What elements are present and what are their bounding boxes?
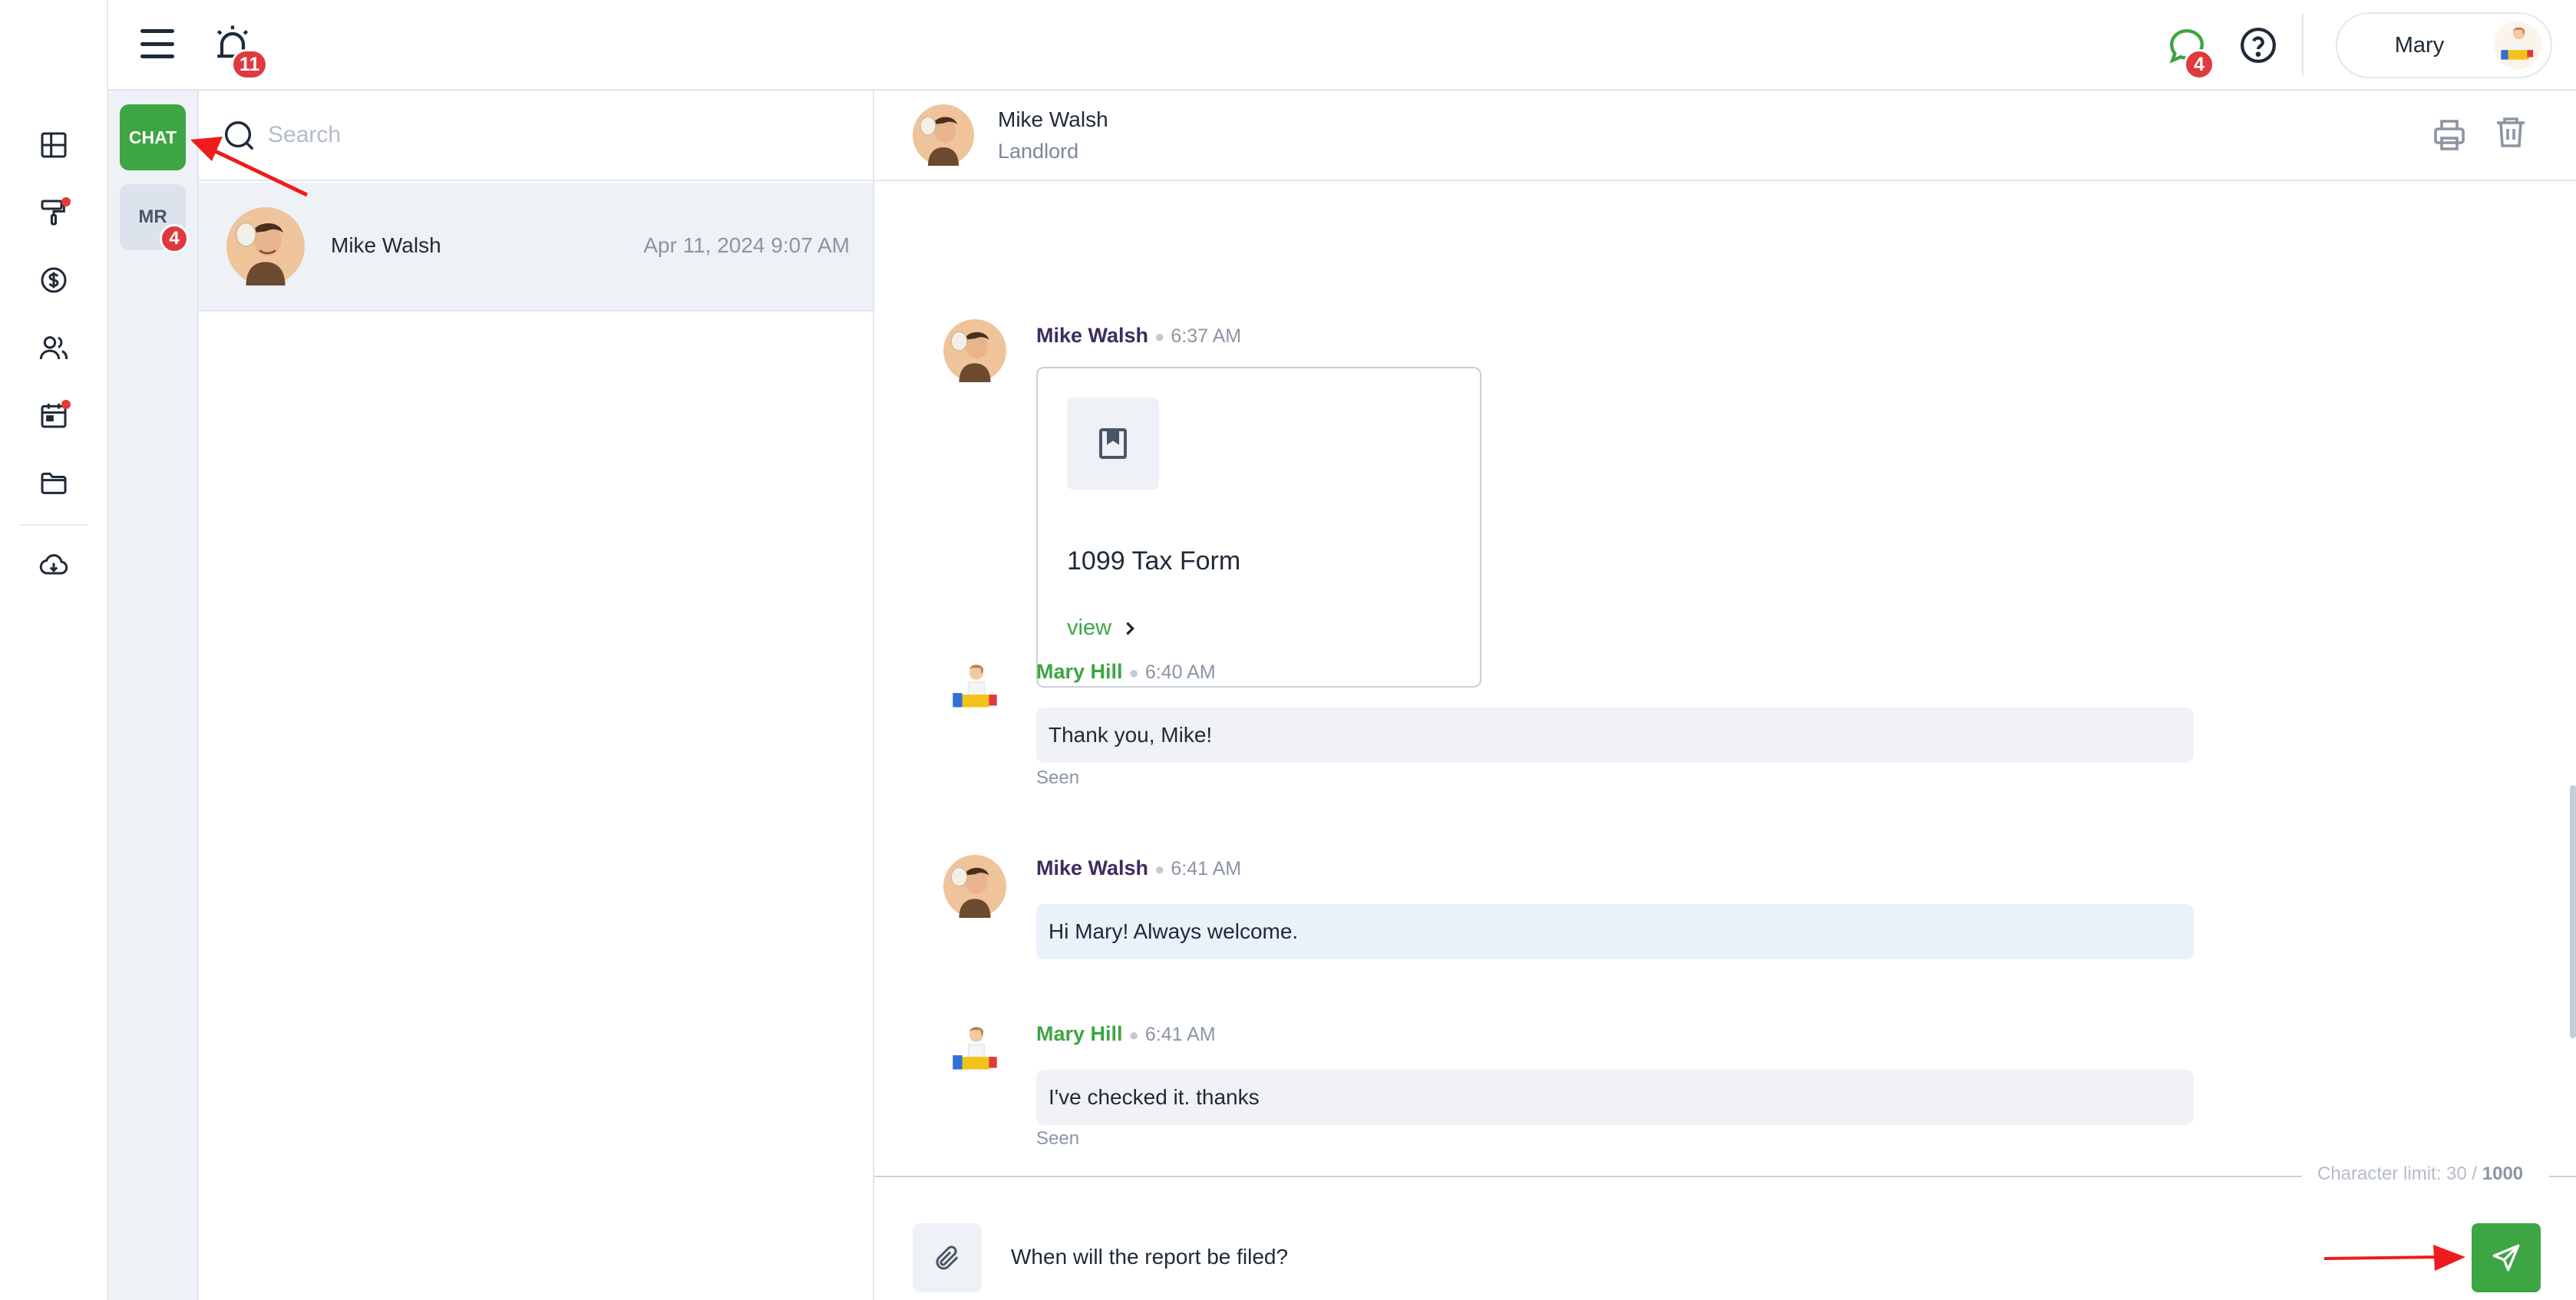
message-header: Mary Hill ● 6:40 AM (1036, 660, 1216, 684)
messages-scrollbar[interactable] (2570, 785, 2576, 1038)
tab-chat[interactable]: CHAT (120, 104, 186, 170)
notification-dot (61, 197, 71, 206)
user-name: Mary (2394, 32, 2445, 58)
print-icon[interactable] (2431, 117, 2468, 153)
paperclip-icon (936, 1246, 959, 1270)
contact-avatar (913, 104, 974, 166)
users-icon (39, 336, 68, 360)
nav-downloads[interactable] (34, 546, 74, 586)
character-limit: Character limit: 30 / 1000 (2317, 1163, 2523, 1185)
nav-contacts[interactable] (34, 328, 74, 368)
chat-header: Mike Walsh Landlord (874, 91, 2576, 181)
tab-mr-label: MR (138, 206, 167, 227)
trash-icon[interactable] (2492, 114, 2529, 150)
mr-count-badge: 4 (160, 224, 189, 253)
message-time: 6:41 AM (1144, 1024, 1216, 1045)
composer-divider (2549, 1176, 2576, 1177)
separator-dot: ● (1128, 1025, 1139, 1044)
tab-maintenance-requests[interactable]: MR 4 (120, 184, 189, 253)
conversation-name: Mike Walsh (331, 233, 441, 257)
search-bar (199, 91, 873, 181)
left-nav-rail (0, 0, 108, 1300)
nav-maintenance[interactable] (34, 193, 74, 233)
user-menu-button[interactable]: Mary (2336, 12, 2552, 78)
send-icon (2492, 1244, 2520, 1272)
mary-avatar (943, 1021, 1006, 1084)
alerts-button[interactable]: 11 (211, 23, 269, 80)
search-input[interactable] (268, 112, 836, 158)
message-bubble: Thank you, Mike! (1036, 708, 2194, 763)
rail-divider (20, 524, 88, 526)
nav-dashboard[interactable] (34, 125, 74, 165)
alerts-count-badge: 11 (231, 49, 269, 80)
conversation-list: Mike Walsh Apr 11, 2024 9:07 AM (199, 91, 874, 1300)
hamburger-line (140, 41, 174, 46)
separator-dot: ● (1154, 860, 1165, 879)
message-author: Mary Hill (1036, 660, 1123, 683)
seen-status: Seen (1036, 767, 1080, 788)
message-header: Mike Walsh ● 6:41 AM (1036, 856, 1241, 880)
message-header: Mike Walsh ● 6:37 AM (1036, 324, 1241, 348)
notification-dot (61, 400, 71, 409)
message-author: Mike Walsh (1036, 324, 1149, 347)
message-time: 6:41 AM (1171, 858, 1242, 879)
message-time: 6:37 AM (1171, 325, 1242, 347)
messages-button[interactable]: 4 (2165, 25, 2214, 80)
chat-contact-role: Landlord (998, 140, 1079, 163)
view-label: view (1067, 615, 1112, 640)
hamburger-line (140, 54, 174, 58)
message-header: Mary Hill ● 6:41 AM (1036, 1022, 1216, 1046)
message-time: 6:40 AM (1144, 662, 1216, 683)
separator-dot: ● (1154, 327, 1165, 346)
chat-panel: Mike Walsh Landlord Mike Walsh ● 6:37 AM 1… (874, 91, 2576, 1300)
char-limit-max: 1000 (2482, 1163, 2524, 1184)
mary-avatar (943, 658, 1006, 721)
top-header: 11 4 Mary (108, 0, 2576, 91)
document-icon-tile (1067, 398, 1159, 490)
seen-status: Seen (1036, 1128, 1080, 1149)
help-icon (2241, 28, 2276, 63)
help-button[interactable] (2239, 26, 2277, 64)
document-title: 1099 Tax Form (1067, 546, 1241, 576)
bookmark-document-icon (1099, 428, 1127, 459)
user-avatar (2494, 21, 2541, 69)
mike-avatar (943, 319, 1006, 382)
message-bubble: Hi Mary! Always welcome. (1036, 904, 2194, 959)
conversation-type-column: CHAT MR 4 (108, 91, 199, 1300)
send-button[interactable] (2472, 1223, 2541, 1292)
nav-files[interactable] (34, 463, 74, 503)
nav-calendar[interactable] (34, 395, 74, 435)
message-input[interactable] (1011, 1226, 2454, 1288)
mike-avatar (943, 855, 1006, 918)
attach-button[interactable] (913, 1223, 982, 1292)
nav-accounting[interactable] (34, 260, 74, 300)
conversation-item[interactable]: Mike Walsh Apr 11, 2024 9:07 AM (199, 183, 873, 312)
separator-dot: ● (1128, 663, 1139, 682)
message-author: Mary Hill (1036, 1022, 1123, 1045)
cloud-download-icon (39, 554, 68, 575)
document-card[interactable]: 1099 Tax Form view (1036, 367, 1481, 688)
message-author: Mike Walsh (1036, 856, 1149, 879)
search-icon (225, 121, 254, 150)
menu-toggle-button[interactable] (140, 29, 174, 58)
contact-avatar (226, 207, 305, 285)
chat-contact-name: Mike Walsh (998, 107, 1108, 131)
char-limit-label: Character limit: 30 / (2317, 1163, 2478, 1184)
folder-icon (41, 472, 67, 494)
composer-divider (874, 1176, 2302, 1177)
hamburger-line (140, 29, 174, 33)
dashboard-icon (41, 132, 67, 158)
document-view-link[interactable]: view (1067, 615, 1136, 641)
conversation-date: Apr 11, 2024 9:07 AM (643, 233, 850, 257)
chevron-right-icon (1126, 621, 1135, 635)
messages-count-badge: 4 (2184, 49, 2214, 80)
message-bubble: I've checked it. thanks (1036, 1070, 2194, 1125)
dollar-icon (41, 267, 67, 293)
header-divider (2302, 14, 2304, 75)
